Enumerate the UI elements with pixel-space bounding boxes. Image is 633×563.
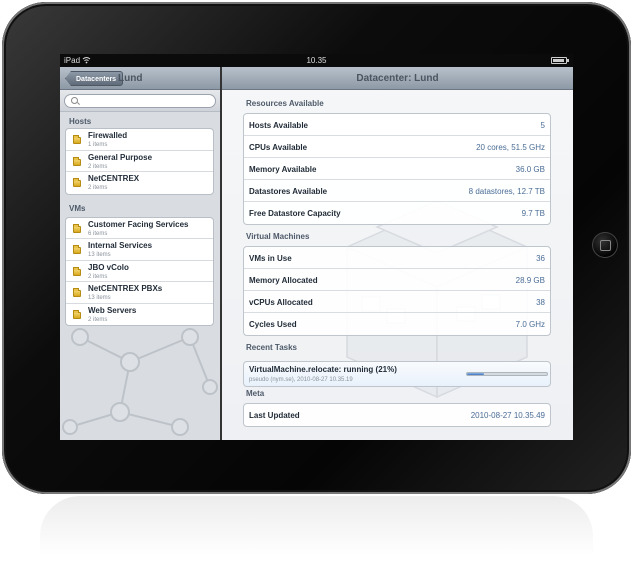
item-name: Customer Facing Services bbox=[88, 219, 189, 229]
left-nav-bar: Datacenters Lund bbox=[60, 67, 220, 90]
item-name: JBO vColo bbox=[88, 262, 129, 272]
folder-icon bbox=[73, 156, 81, 166]
item-count: 2 items bbox=[88, 273, 108, 280]
home-button[interactable] bbox=[592, 232, 618, 258]
row-value: 8 datastores, 12.7 TB bbox=[468, 187, 545, 196]
item-name: Internal Services bbox=[88, 241, 153, 250]
table-row: Cycles Used 7.0 GHz bbox=[244, 313, 550, 335]
master-pane: Datacenters Lund Hosts Firewalled 1 item… bbox=[60, 67, 220, 440]
row-label: VMs in Use bbox=[249, 254, 292, 263]
vms-table: VMs in Use 36 Memory Allocated 28.9 GB vCP… bbox=[243, 246, 551, 336]
right-nav-bar: Datacenter: Lund bbox=[222, 67, 573, 90]
row-label: vCPUs Allocated bbox=[249, 298, 313, 307]
folder-icon bbox=[73, 266, 81, 276]
item-count: 2 items bbox=[88, 163, 108, 170]
task-subtitle: pseudo (nym.se), 2010-08-27 10.35.19 bbox=[249, 377, 353, 383]
row-label: Datastores Available bbox=[249, 187, 328, 196]
folder-icon bbox=[73, 288, 81, 297]
task-title: VirtualMachine.relocate: running (21%) bbox=[249, 365, 397, 374]
item-name: Firewalled bbox=[88, 131, 128, 140]
section-header-virtual-machines: Virtual Machines bbox=[246, 232, 310, 241]
list-item[interactable]: NetCENTREX PBXs 13 items bbox=[66, 282, 213, 304]
resources-table: Hosts Available 5 CPUs Available 20 cores,… bbox=[243, 113, 551, 225]
search-icon bbox=[71, 97, 78, 104]
item-count: 1 items bbox=[88, 142, 108, 148]
hosts-group: Firewalled 1 items General Purpose 2 ite… bbox=[65, 128, 214, 195]
row-label: Cycles Used bbox=[249, 320, 297, 329]
search-input[interactable] bbox=[81, 95, 211, 107]
page-title: Datacenter: Lund bbox=[356, 73, 439, 84]
screen: iPad 10.35 Datacenters Lund Hosts Firewa… bbox=[60, 54, 573, 440]
table-row: vCPUs Allocated 38 bbox=[244, 291, 550, 313]
section-header-resources: Resources Available bbox=[246, 99, 324, 108]
item-name: NetCENTREX bbox=[88, 174, 140, 183]
row-value: 7.0 GHz bbox=[515, 320, 545, 329]
item-name: Web Servers bbox=[88, 305, 137, 315]
section-header-meta: Meta bbox=[246, 389, 265, 398]
row-label: Memory Allocated bbox=[249, 276, 318, 285]
row-value: 36.0 GB bbox=[515, 165, 545, 174]
item-count: 13 items bbox=[88, 295, 111, 301]
list-item[interactable]: JBO vColo 2 items bbox=[66, 261, 213, 282]
vms-group: Customer Facing Services 6 items Interna… bbox=[65, 216, 214, 326]
table-row: Memory Allocated 28.9 GB bbox=[244, 269, 550, 291]
row-label: CPUs Available bbox=[249, 143, 308, 152]
task-progress-bar bbox=[466, 372, 548, 376]
table-row: Last Updated 2010-08-27 10.35.49 bbox=[244, 404, 550, 426]
row-value: 2010-08-27 10.35.49 bbox=[470, 411, 545, 420]
row-label: Last Updated bbox=[249, 411, 300, 420]
device-reflection bbox=[40, 496, 593, 556]
table-row: CPUs Available 20 cores, 51.5 GHz bbox=[244, 136, 550, 158]
section-header-vms: VMs bbox=[69, 203, 86, 213]
search-bar bbox=[60, 90, 220, 112]
section-header-hosts: Hosts bbox=[69, 117, 92, 126]
battery-icon bbox=[551, 57, 569, 64]
detail-pane: Datacenter: Lund Resources Available Hos… bbox=[222, 67, 573, 440]
row-label: Free Datastore Capacity bbox=[249, 209, 341, 218]
item-name: General Purpose bbox=[88, 152, 153, 162]
search-field[interactable] bbox=[64, 94, 216, 108]
list-item[interactable]: Internal Services 13 items bbox=[66, 239, 213, 261]
row-label: Hosts Available bbox=[249, 121, 308, 130]
table-row: Datastores Available 8 datastores, 12.7 T… bbox=[244, 180, 550, 202]
table-row: Hosts Available 5 bbox=[244, 114, 550, 136]
row-value: 38 bbox=[536, 298, 545, 307]
row-label: Memory Available bbox=[249, 165, 317, 174]
folder-icon bbox=[73, 178, 81, 187]
row-value: 28.9 GB bbox=[515, 276, 545, 285]
network-background-graphic bbox=[62, 328, 218, 436]
item-count: 2 items bbox=[88, 185, 108, 191]
table-row: Free Datastore Capacity 9.7 TB bbox=[244, 202, 550, 224]
row-value: 20 cores, 51.5 GHz bbox=[476, 143, 545, 152]
list-item[interactable]: Firewalled 1 items bbox=[66, 129, 213, 151]
folder-icon bbox=[73, 223, 81, 233]
list-item[interactable]: General Purpose 2 items bbox=[66, 151, 213, 172]
list-item[interactable]: Customer Facing Services 6 items bbox=[66, 218, 213, 239]
status-bar: iPad 10.35 bbox=[60, 54, 573, 67]
task-row[interactable]: VirtualMachine.relocate: running (21%) p… bbox=[243, 361, 551, 387]
table-row: Memory Available 36.0 GB bbox=[244, 158, 550, 180]
row-value: 36 bbox=[536, 254, 545, 263]
datacenters-back-button[interactable]: Datacenters bbox=[65, 71, 124, 86]
item-count: 6 items bbox=[88, 230, 108, 237]
row-value: 9.7 TB bbox=[521, 209, 545, 218]
item-name: NetCENTREX PBXs bbox=[88, 284, 163, 293]
list-item[interactable]: NetCENTREX 2 items bbox=[66, 172, 213, 194]
meta-table: Last Updated 2010-08-27 10.35.49 bbox=[243, 403, 551, 427]
folder-icon bbox=[73, 245, 81, 254]
left-title: Lund bbox=[118, 73, 143, 84]
task-progress-fill bbox=[467, 373, 484, 375]
clock: 10.35 bbox=[306, 56, 327, 65]
folder-icon bbox=[73, 135, 81, 144]
row-value: 5 bbox=[540, 121, 545, 130]
table-row: VMs in Use 36 bbox=[244, 247, 550, 269]
item-count: 13 items bbox=[88, 252, 111, 258]
section-header-recent-tasks: Recent Tasks bbox=[246, 343, 297, 352]
